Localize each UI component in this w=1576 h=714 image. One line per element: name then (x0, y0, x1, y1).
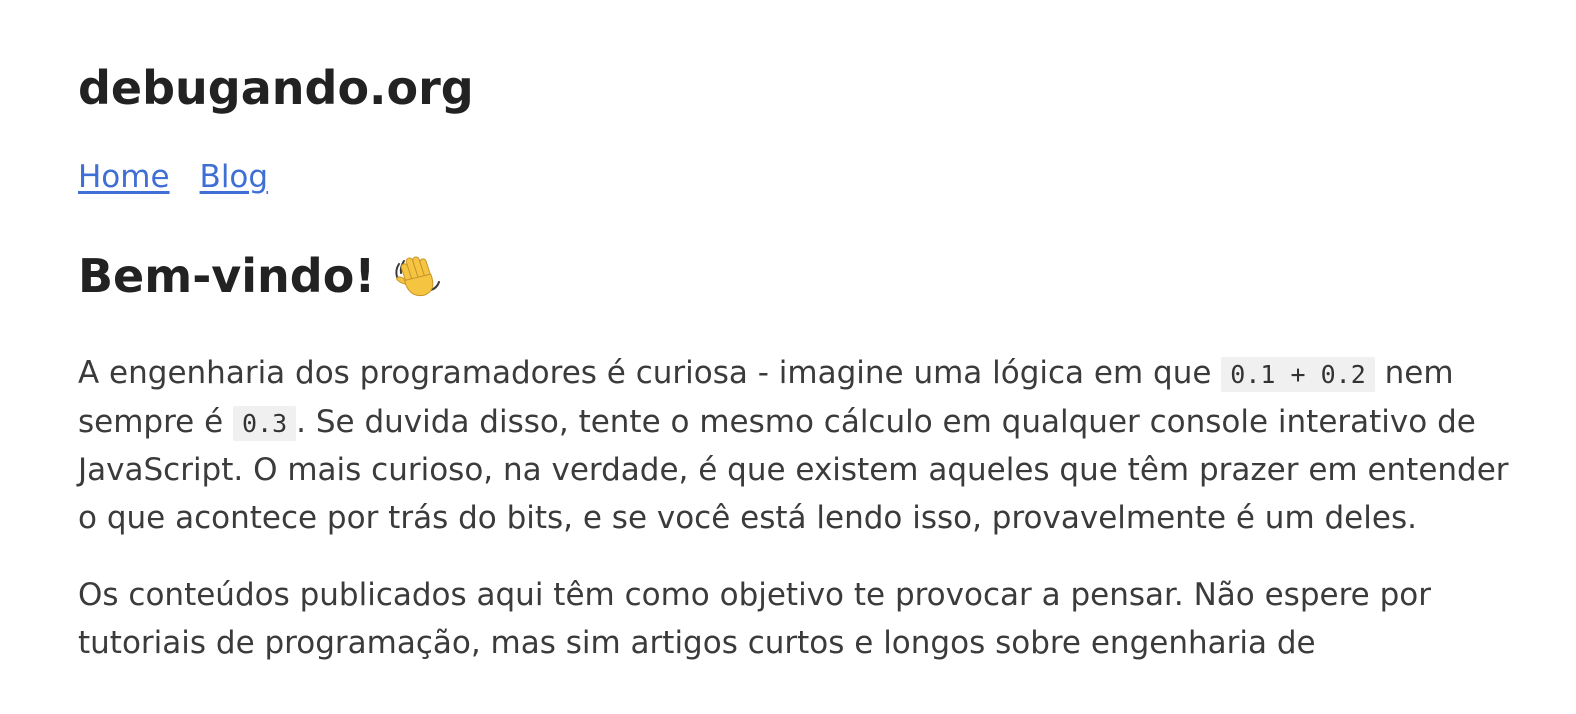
inline-code-expression: 0.1 + 0.2 (1221, 357, 1375, 392)
page: debugando.org Home Blog Bem-vindo! A eng… (0, 0, 1576, 714)
site-title: debugando.org (78, 61, 474, 115)
waving-hand-icon (391, 250, 443, 302)
intro-text-1: A engenharia dos programadores é curiosa… (78, 355, 1222, 391)
nav-link-home[interactable]: Home (78, 156, 170, 198)
intro-paragraph: A engenharia dos programadores é curiosa… (78, 350, 1514, 542)
inline-code-result: 0.3 (233, 405, 297, 441)
second-paragraph: Os conteúdos publicados aqui têm como ob… (78, 577, 1431, 661)
page-heading: Bem-vindo! (78, 246, 1514, 306)
nav-link-blog[interactable]: Blog (200, 156, 269, 198)
heading-text: Bem-vindo! (78, 249, 376, 303)
main-nav: Home Blog (78, 156, 1514, 198)
